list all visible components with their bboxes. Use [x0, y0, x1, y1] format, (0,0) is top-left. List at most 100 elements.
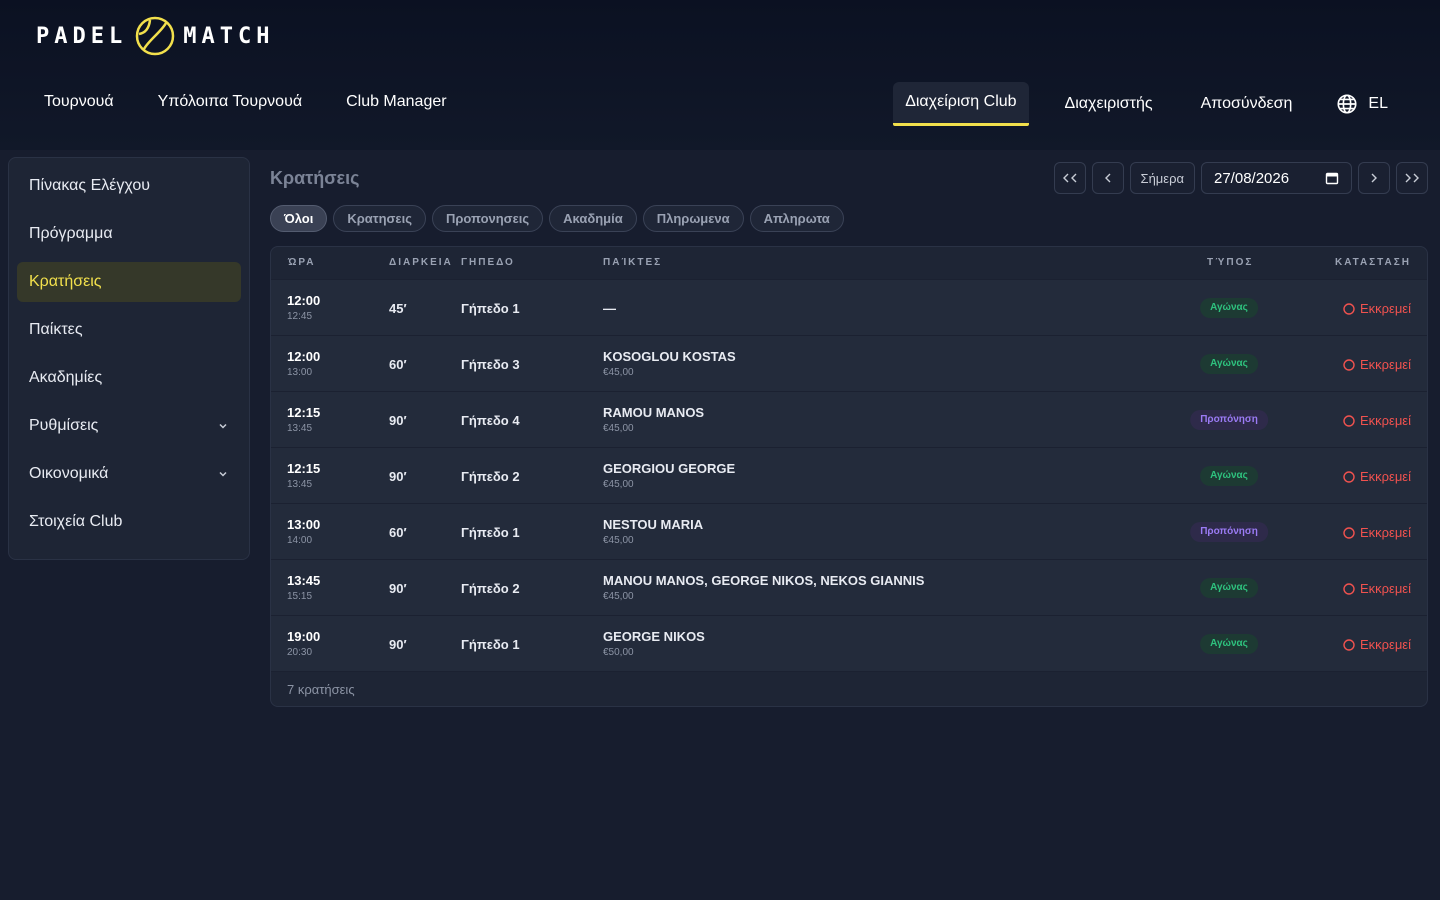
start-time: 12:00	[287, 349, 321, 364]
prev-day-button[interactable]	[1091, 162, 1124, 194]
col-type[interactable]: ΤΎΠΟΣ	[1207, 247, 1253, 279]
status-label: Εκκρεμεί	[1359, 581, 1411, 596]
chevron-left-icon	[1104, 173, 1111, 183]
players: GEORGE NIKOS	[603, 629, 705, 644]
language-switch[interactable]: EL	[1336, 93, 1388, 115]
status-badge[interactable]: Εκκρεμεί	[1343, 357, 1411, 372]
type-badge: Αγώνας	[1200, 298, 1258, 318]
prev-week-button[interactable]	[1053, 162, 1086, 194]
sidebar-item-settings[interactable]: Ρυθμίσεις	[17, 406, 241, 446]
chevron-down-icon	[219, 423, 227, 429]
sidebar-item-label: Ακαδημίες	[29, 369, 103, 386]
status-badge[interactable]: Εκκρεμεί	[1343, 525, 1411, 540]
tennis-ball-icon	[135, 16, 175, 56]
filter-paid[interactable]: Πληρωμενα	[642, 205, 744, 232]
sidebar-item-academies[interactable]: Ακαδημίες	[17, 358, 241, 398]
double-chevron-right-icon	[1405, 173, 1419, 183]
next-week-button[interactable]	[1396, 162, 1428, 194]
col-players[interactable]: ΠΑΊΚΤΕΣ	[603, 247, 662, 279]
nav-tournaments[interactable]: Τουρνουά	[44, 82, 114, 122]
players: KOSOGLOU KOSTAS	[603, 349, 736, 364]
circle-icon	[1343, 526, 1355, 539]
circle-icon	[1343, 582, 1355, 595]
col-court[interactable]: ΓΗΠΕΔΟ	[461, 247, 515, 279]
next-day-button[interactable]	[1358, 162, 1390, 194]
end-time: 15:15	[287, 591, 313, 602]
status-badge[interactable]: Εκκρεμεί	[1343, 637, 1411, 652]
filter-trainings[interactable]: Προπονησεις	[431, 205, 544, 232]
table-row[interactable]: 12:15 13:45 90′ Γήπεδο 4 RAMOU MANOS €45,00 Πρ…	[271, 391, 1427, 447]
price: €45,00	[603, 423, 634, 434]
calendar-icon	[1325, 172, 1339, 185]
players: —	[603, 301, 616, 316]
players: GEORGIOU GEORGE	[603, 461, 736, 476]
type-badge: Αγώνας	[1200, 354, 1258, 374]
duration: 90′	[389, 413, 407, 428]
nav-logout[interactable]: Αποσύνδεση	[1189, 84, 1305, 124]
filter-unpaid[interactable]: Απληρωτα	[749, 205, 844, 232]
col-status[interactable]: ΚΑΤΑΣΤΑΣΗ	[1335, 247, 1411, 279]
circle-icon	[1343, 470, 1355, 483]
table-row[interactable]: 19:00 20:30 90′ Γήπεδο 1 GEORGE NIKOS €50,00 Α…	[271, 615, 1427, 671]
time-cell: 13:00 14:00	[287, 517, 320, 546]
table-row[interactable]: 12:00 13:00 60′ Γήπεδο 3 KOSOGLOU KOSTAS €45,…	[271, 335, 1427, 391]
players-cell: NESTOU MARIA €45,00	[603, 517, 703, 546]
type-badge: Αγώνας	[1200, 634, 1258, 654]
court: Γήπεδο 3	[461, 357, 520, 372]
user-nav: Διαχείριση Club Διαχειριστής Αποσύνδεση …	[869, 82, 1388, 126]
status-label: Εκκρεμεί	[1359, 357, 1411, 372]
price: €45,00	[603, 479, 634, 490]
date-value: 27/08/2026	[1214, 169, 1290, 187]
price: €45,00	[603, 591, 634, 602]
sidebar-item-finance[interactable]: Οικονομικά	[17, 454, 241, 494]
table-row[interactable]: 13:45 15:15 90′ Γήπεδο 2 MANOU MANOS, GEORGE…	[271, 559, 1427, 615]
table-row[interactable]: 12:15 13:45 90′ Γήπεδο 2 GEORGIOU GEORGE €45,…	[271, 447, 1427, 503]
sidebar-item-label: Παίκτες	[29, 321, 83, 338]
court: Γήπεδο 2	[461, 469, 520, 484]
sidebar-item-club-info[interactable]: Στοιχεία Club	[17, 502, 241, 542]
start-time: 19:00	[287, 629, 321, 644]
status-badge[interactable]: Εκκρεμεί	[1343, 581, 1411, 596]
status-label: Εκκρεμεί	[1359, 413, 1411, 428]
sidebar-item-dashboard[interactable]: Πίνακας Ελέγχου	[17, 166, 241, 206]
filter-all[interactable]: Όλοι	[270, 205, 328, 232]
players-cell: KOSOGLOU KOSTAS €45,00	[603, 349, 736, 378]
end-time: 13:45	[287, 479, 313, 490]
nav-other-tournaments[interactable]: Υπόλοιπα Τουρνουά	[158, 82, 302, 122]
col-time[interactable]: ΏΡΑ	[288, 247, 316, 279]
sidebar-item-players[interactable]: Παίκτες	[17, 310, 241, 350]
filter-bookings[interactable]: Κρατησεις	[333, 205, 426, 232]
chevron-down-icon	[219, 471, 227, 477]
duration: 45′	[389, 301, 407, 316]
nav-admin[interactable]: Διαχειριστής	[1053, 84, 1165, 124]
nav-club-management[interactable]: Διαχείριση Club	[893, 82, 1029, 126]
sidebar-item-bookings[interactable]: Κρατήσεις	[17, 262, 241, 302]
brand-right: MATCH	[183, 23, 275, 49]
brand-logo[interactable]: PADEL MATCH	[36, 16, 274, 56]
today-button[interactable]: Σήμερα	[1129, 162, 1195, 194]
start-time: 13:45	[287, 573, 321, 588]
date-picker[interactable]: 27/08/2026	[1201, 162, 1352, 194]
table-row[interactable]: 12:00 12:45 45′ Γήπεδο 1 — Αγώνας Εκκρεμεί	[271, 279, 1427, 335]
time-cell: 12:00 13:00	[287, 349, 320, 378]
end-time: 20:30	[287, 647, 313, 658]
table-row[interactable]: 13:00 14:00 60′ Γήπεδο 1 NESTOU MARIA €45,00 Π…	[271, 503, 1427, 559]
col-duration[interactable]: ΔΙΑΡΚΕΙΑ	[389, 247, 453, 279]
sidebar-item-schedule[interactable]: Πρόγραμμα	[17, 214, 241, 254]
filter-academy[interactable]: Ακαδημία	[549, 205, 637, 232]
status-label: Εκκρεμεί	[1359, 301, 1411, 316]
page-title: Κρατήσεις	[270, 168, 360, 188]
circle-icon	[1343, 358, 1355, 371]
sidebar-item-label: Ρυθμίσεις	[29, 417, 99, 434]
duration: 90′	[389, 469, 407, 484]
sidebar-item-label: Κρατήσεις	[29, 273, 102, 290]
status-badge[interactable]: Εκκρεμεί	[1343, 301, 1411, 316]
court: Γήπεδο 1	[461, 301, 520, 316]
status-badge[interactable]: Εκκρεμεί	[1343, 413, 1411, 428]
circle-icon	[1343, 414, 1355, 427]
status-badge[interactable]: Εκκρεμεί	[1343, 469, 1411, 484]
time-cell: 19:00 20:30	[287, 629, 320, 658]
nav-club-manager[interactable]: Club Manager	[346, 82, 447, 122]
status-label: Εκκρεμεί	[1359, 525, 1411, 540]
status-label: Εκκρεμεί	[1359, 637, 1411, 652]
